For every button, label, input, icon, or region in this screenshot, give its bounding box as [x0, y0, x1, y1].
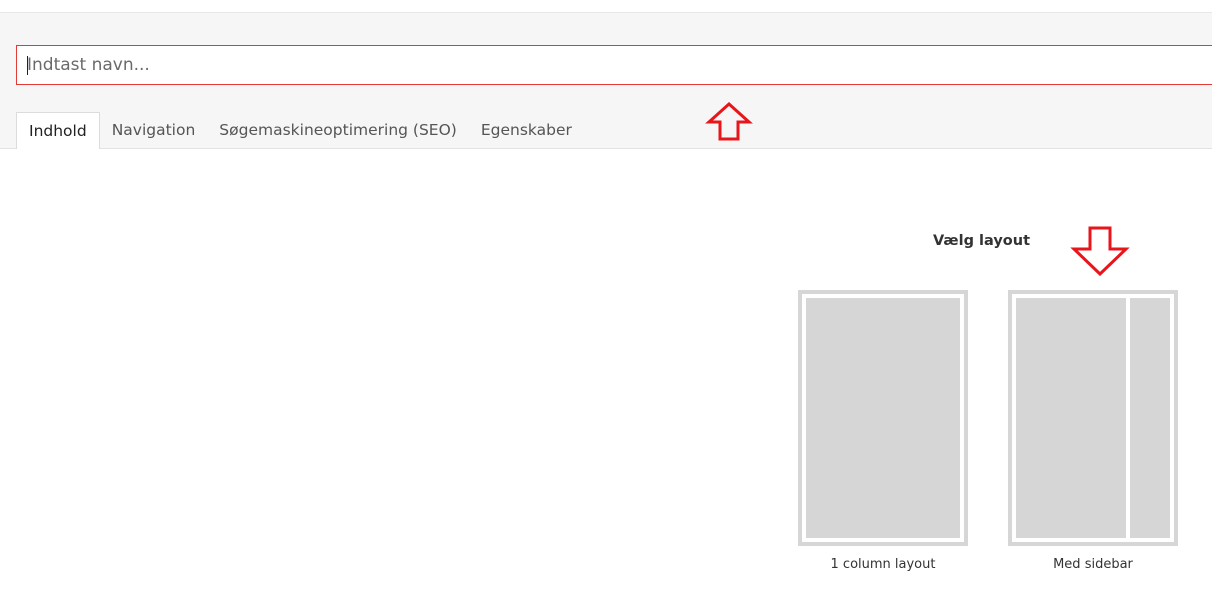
layout-option-label: Med sidebar — [1053, 557, 1133, 572]
layout-option-sidebar[interactable]: Med sidebar — [1008, 290, 1178, 572]
tab-seo[interactable]: Søgemaskineoptimering (SEO) — [207, 111, 469, 149]
layout-thumbnail-1-column[interactable] — [798, 290, 968, 546]
layout-thumbnail-sidebar[interactable] — [1008, 290, 1178, 546]
text-caret — [27, 56, 28, 75]
tab-navigation[interactable]: Navigation — [100, 111, 208, 149]
tab-label: Navigation — [111, 121, 196, 139]
layout-main-column — [1016, 298, 1126, 538]
arrow-down-icon — [1070, 226, 1130, 277]
tab-egenskaber[interactable]: Egenskaber — [469, 111, 584, 149]
name-input-container[interactable] — [16, 45, 1212, 85]
name-input[interactable] — [17, 46, 1212, 84]
arrow-up-icon — [705, 102, 753, 141]
layout-main-column — [806, 298, 960, 538]
top-bar — [0, 0, 1212, 13]
tab-bar: Indhold Navigation Søgemaskineoptimering… — [16, 110, 584, 150]
layout-option-label: 1 column layout — [830, 557, 936, 572]
tab-label: Egenskaber — [480, 121, 572, 139]
layout-sidebar-column — [1130, 298, 1170, 538]
tab-indhold[interactable]: Indhold — [16, 112, 100, 150]
layout-option-1-column[interactable]: 1 column layout — [798, 290, 968, 572]
tab-label: Indhold — [29, 122, 87, 140]
tab-label: Søgemaskineoptimering (SEO) — [219, 121, 457, 139]
layout-picker-title: Vælg layout — [933, 233, 1030, 249]
